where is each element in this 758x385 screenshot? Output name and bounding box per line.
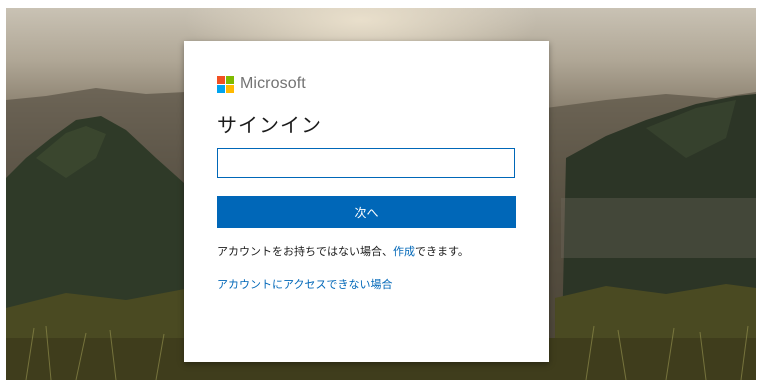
- microsoft-logo-icon: [217, 75, 234, 93]
- logo-square-yellow: [226, 84, 234, 93]
- no-account-suffix: できます。: [415, 245, 469, 258]
- logo-square-red: [217, 75, 225, 84]
- signin-card: Microsoft サインイン 次へ アカウントをお持ちではない場合、作成できま…: [184, 41, 549, 362]
- create-account-link[interactable]: 作成: [393, 245, 415, 258]
- cant-access-account-link[interactable]: アカウントにアクセスできない場合: [217, 276, 392, 292]
- next-button[interactable]: 次へ: [217, 196, 516, 228]
- logo-square-blue: [217, 84, 225, 93]
- microsoft-wordmark: Microsoft: [240, 75, 306, 92]
- page-title: サインイン: [217, 113, 322, 137]
- logo-square-green: [226, 75, 234, 84]
- account-input[interactable]: [217, 148, 515, 178]
- no-account-prefix: アカウントをお持ちではない場合、: [217, 245, 393, 258]
- no-account-text: アカウントをお持ちではない場合、作成できます。: [217, 243, 469, 259]
- microsoft-logo: Microsoft: [217, 75, 306, 93]
